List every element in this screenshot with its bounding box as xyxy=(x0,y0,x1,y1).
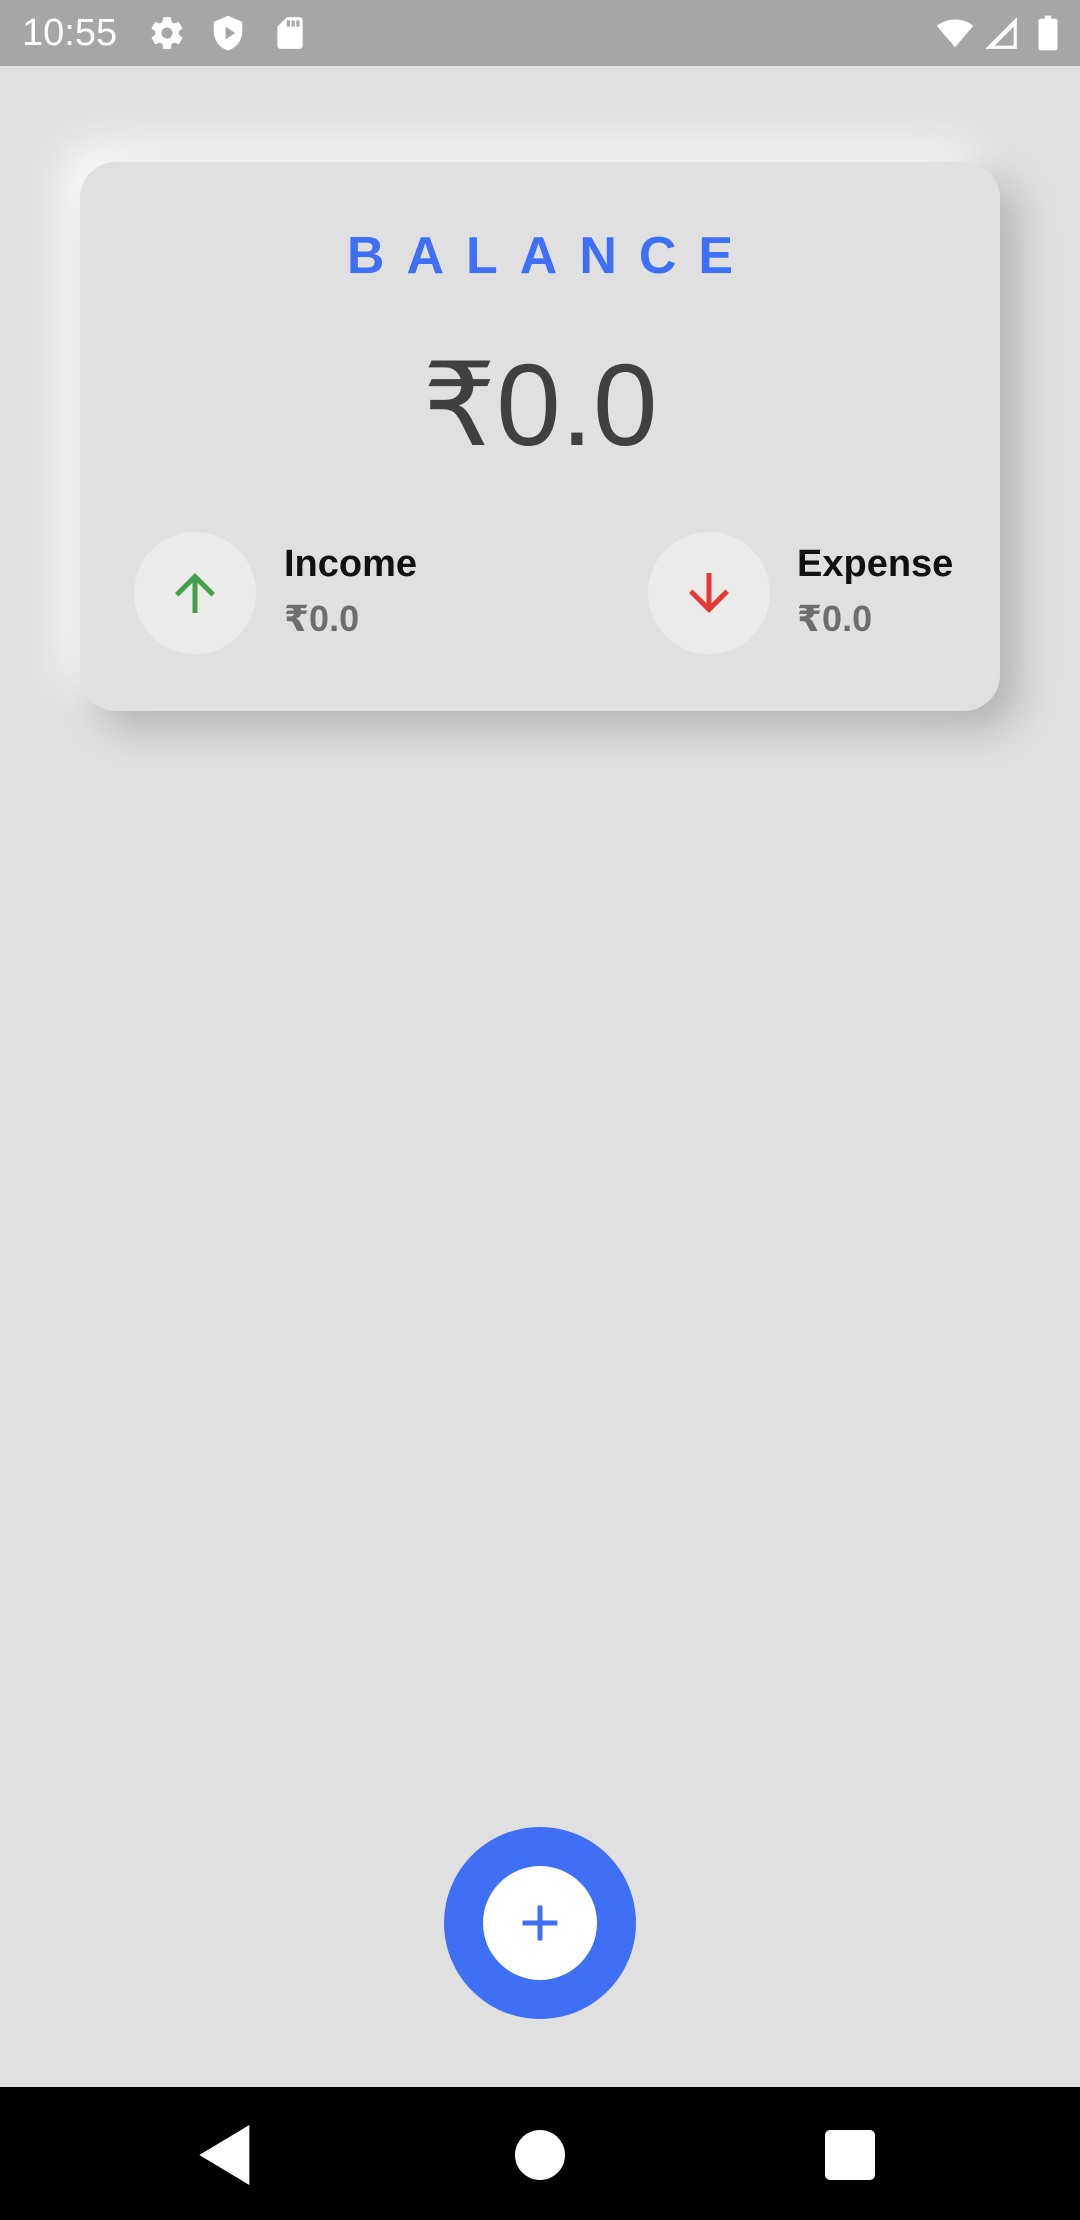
status-bar: 10:55 xyxy=(0,0,1080,66)
gear-icon xyxy=(148,14,186,52)
arrow-up-icon xyxy=(175,573,215,613)
system-nav-bar xyxy=(0,2087,1080,2220)
status-time: 10:55 xyxy=(22,12,118,54)
fab-inner-circle xyxy=(483,1866,597,1980)
balance-amount: ₹0.0 xyxy=(422,340,658,470)
add-transaction-button[interactable] xyxy=(444,1827,636,2019)
app-screen: 10:55 BALANCE ₹0.0 Income ₹0.0 Expense ₹… xyxy=(0,0,1080,2220)
shield-icon xyxy=(209,14,247,52)
plus-icon xyxy=(522,1905,558,1941)
sd-card-icon xyxy=(271,14,309,52)
balance-card: BALANCE ₹0.0 Income ₹0.0 Expense ₹0.0 xyxy=(80,162,1000,711)
battery-icon xyxy=(1036,14,1060,52)
expense-icon-circle xyxy=(648,532,770,654)
balance-title: BALANCE xyxy=(346,227,756,285)
home-icon[interactable] xyxy=(500,2115,580,2195)
back-icon[interactable] xyxy=(186,2115,266,2195)
signal-icon xyxy=(982,14,1020,52)
wifi-icon xyxy=(934,14,976,52)
income-icon-circle xyxy=(134,532,256,654)
recents-icon[interactable] xyxy=(810,2115,890,2195)
income-label: Income xyxy=(284,543,418,585)
arrow-down-icon xyxy=(689,573,729,613)
expense-value: ₹0.0 xyxy=(797,598,873,639)
expense-label: Expense xyxy=(797,543,954,585)
income-value: ₹0.0 xyxy=(284,598,360,639)
